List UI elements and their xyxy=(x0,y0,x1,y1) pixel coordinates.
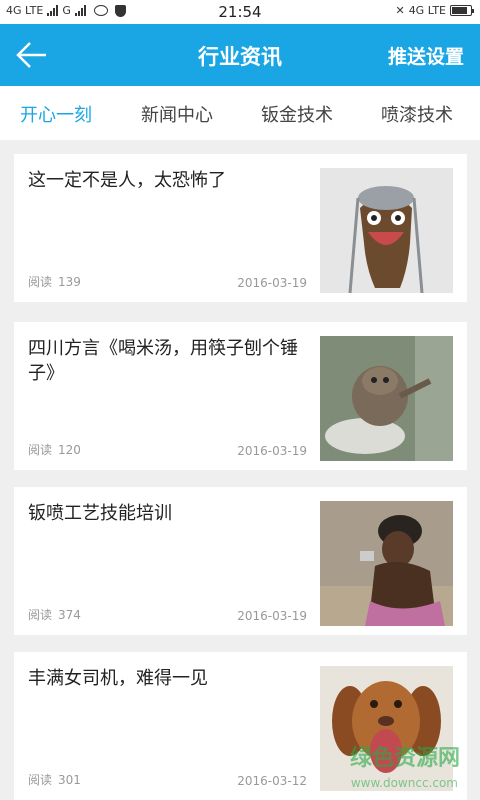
read-count: 阅读 374 xyxy=(28,606,81,623)
man-with-mirror-image xyxy=(320,501,453,626)
read-count: 阅读 120 xyxy=(28,441,81,458)
read-count: 阅读 301 xyxy=(28,771,81,788)
tab-painting[interactable]: 喷漆技术 xyxy=(381,101,453,127)
read-label: 阅读 xyxy=(28,608,53,622)
read-number: 139 xyxy=(58,275,81,289)
tab-happy-moment[interactable]: 开心一刻 xyxy=(20,101,92,127)
read-label: 阅读 xyxy=(28,275,53,289)
tab-sheet-metal[interactable]: 钣金技术 xyxy=(261,101,333,127)
watermark: 绿色资源网 xyxy=(349,746,460,771)
mute-icon: ✕ xyxy=(395,4,405,17)
read-number: 120 xyxy=(58,443,81,457)
read-number: 301 xyxy=(58,773,81,787)
article-date: 2016-03-12 xyxy=(237,774,307,788)
cat-on-toilet-image xyxy=(320,336,453,461)
read-label: 阅读 xyxy=(28,773,53,787)
network2-label: 4G LTE xyxy=(408,4,446,17)
article-title: 丰满女司机，难得一见 xyxy=(28,668,208,689)
article-date: 2016-03-19 xyxy=(237,444,307,458)
cork-face-image xyxy=(320,168,453,293)
tab-news-center[interactable]: 新闻中心 xyxy=(141,101,213,127)
article-card[interactable]: 钣喷工艺技能培训 阅读 374 2016-03-19 xyxy=(14,487,467,635)
read-number: 374 xyxy=(58,608,81,622)
app-bar: 行业资讯 推送设置 xyxy=(0,24,480,86)
article-title: 钣喷工艺技能培训 xyxy=(28,503,172,524)
article-card[interactable]: 这一定不是人，太恐怖了 阅读 139 2016-03-19 xyxy=(14,154,467,302)
yawning-dog-image xyxy=(320,666,453,791)
article-date: 2016-03-19 xyxy=(237,276,307,290)
read-count: 阅读 139 xyxy=(28,273,81,290)
read-label: 阅读 xyxy=(28,443,53,457)
battery-icon xyxy=(450,5,474,16)
article-card[interactable]: 四川方言《喝米汤，用筷子刨个锤子》 阅读 120 2016-03-19 xyxy=(14,322,467,470)
article-date: 2016-03-19 xyxy=(237,609,307,623)
status-right: ✕ 4G LTE xyxy=(395,4,474,17)
watermark-url: www.downcc.com xyxy=(350,776,458,790)
article-title: 这一定不是人，太恐怖了 xyxy=(28,170,226,191)
article-title: 四川方言《喝米汤，用筷子刨个锤子》 xyxy=(28,338,298,384)
push-settings-button[interactable]: 推送设置 xyxy=(388,42,464,69)
status-bar: 4G LTE G 21:54 ✕ 4G LTE xyxy=(0,0,480,24)
category-tabs: 开心一刻 新闻中心 钣金技术 喷漆技术 xyxy=(0,86,480,140)
